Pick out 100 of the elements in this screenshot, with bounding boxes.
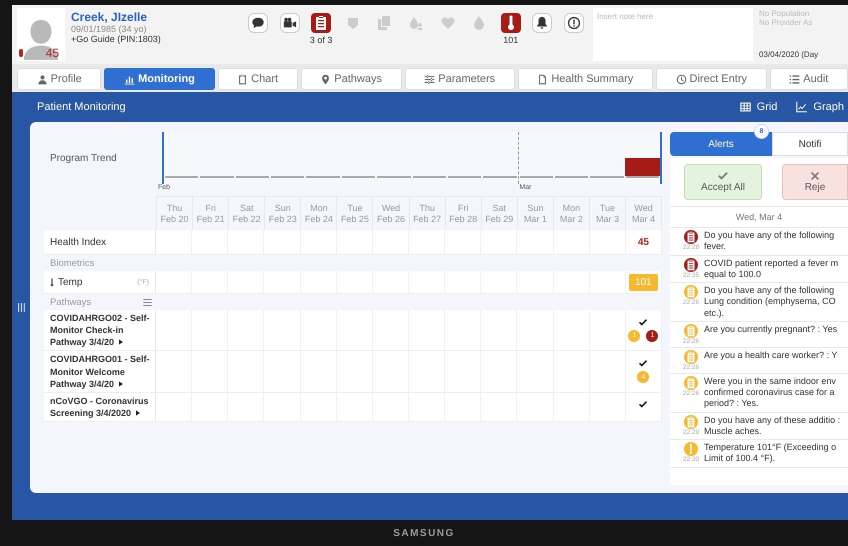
reject-button[interactable]: Reje: [782, 164, 848, 200]
date-header: Feb 23: [268, 214, 297, 224]
day-header: Sat: [492, 202, 506, 214]
thermometer-button[interactable]: [500, 13, 521, 33]
bell-icon: [535, 15, 550, 31]
date-header: Feb 29: [485, 214, 514, 224]
map-pin-icon: [320, 74, 332, 84]
video-button[interactable]: [280, 13, 300, 33]
date-header: Feb 25: [340, 214, 369, 224]
trend-baseline-segment: [554, 176, 588, 178]
nav-tab[interactable]: Pathways: [300, 68, 402, 90]
trend-baseline-segment: [271, 176, 304, 178]
day-header: Thu: [166, 202, 182, 214]
list-icon: [789, 74, 800, 84]
date-header: Mar 1: [524, 214, 547, 224]
nav-tab[interactable]: Profile: [17, 68, 102, 90]
accept-button[interactable]: Accept All: [684, 164, 762, 200]
nav-tab[interactable]: Chart: [218, 68, 298, 90]
row-label[interactable]: COVIDAHRGO01 - Self-Monitor Welcome Pathway 3/4/20: [50, 353, 153, 390]
person-icon: [36, 74, 48, 84]
date-header: Mar 4: [632, 214, 656, 224]
row-label[interactable]: COVIDAHRGO02 - Self-Monitor Check-in Pathway 3/4/20: [50, 312, 153, 348]
nav-tab[interactable]: Audit: [770, 68, 848, 90]
thermometer-icon: [50, 278, 54, 286]
trend-baseline-segment: [165, 176, 198, 178]
alert-text: Are you currently pregnant? : Yes: [704, 324, 838, 336]
note-field[interactable]: Insert note here: [593, 8, 753, 61]
day-header: Tue: [600, 202, 616, 214]
alert-button[interactable]: [564, 13, 584, 33]
date-header: Feb 22: [232, 214, 261, 224]
trend-baseline-segment: [412, 176, 446, 178]
person-silhouette-icon: [22, 17, 60, 61]
copy-icon: [376, 15, 392, 31]
nav-tab[interactable]: Health Summary: [518, 68, 653, 90]
alert-text: Are you a health care worker? : Y: [704, 350, 838, 362]
icon-caption: 3 of 3: [310, 35, 332, 45]
row-label[interactable]: nCoVGO - Coronavirus Screening 3/4/2020: [50, 394, 153, 420]
trend-baseline-segment: [377, 176, 411, 178]
trend-baseline-segment: [590, 176, 624, 178]
alert-text: COVID patient reported a fever m equal to 100.0: [704, 258, 840, 280]
clipboard-icon: [237, 74, 248, 84]
day-header: Mon: [310, 202, 328, 214]
close-icon: [810, 172, 820, 180]
day-header: Wed: [382, 202, 400, 214]
day-header: Mon: [562, 202, 580, 214]
value-badge: 101: [629, 274, 658, 290]
alert-icon: [566, 15, 581, 31]
sliders-icon: [424, 74, 436, 84]
alerts-tab[interactable]: Notifi: [772, 132, 848, 156]
alert-text: Do you have any of these additio : Muscle aches.: [704, 414, 842, 437]
alert-text: Were you in the same indoor env confirmed coronavirus case for a period? : Yes.: [704, 376, 837, 410]
alert-text: Do you have any of the following Lung condition (emphysema, CO etc.).: [704, 285, 837, 319]
day-header: Tue: [347, 202, 363, 214]
trend-baseline-segment: [200, 176, 234, 178]
document-icon: [537, 74, 548, 84]
brand-label: SAMSUNG: [393, 528, 455, 538]
value-text: 45: [638, 236, 649, 248]
group-label: Pathways: [50, 296, 92, 308]
date-header: Feb 26: [376, 214, 406, 224]
nav-tab[interactable]: Monitoring: [104, 68, 215, 90]
caret-icon: [119, 380, 124, 387]
clock-icon: [676, 74, 687, 84]
day-header: Fri: [458, 202, 468, 214]
nav-tab[interactable]: Parameters: [404, 68, 515, 90]
view-button[interactable]: Graph: [791, 99, 848, 115]
patient-name-link[interactable]: Creek, JIzelle: [71, 10, 239, 24]
chat-button[interactable]: [248, 13, 268, 33]
trend-baseline-segment: [520, 176, 553, 178]
clipboard-button[interactable]: [311, 13, 332, 33]
date-header: Feb 24: [304, 214, 333, 224]
patient-dob: 09/01/1985 (34 yo): [71, 24, 148, 34]
header-info-text: No Population: [759, 9, 810, 18]
caret-icon: [119, 339, 124, 346]
day-header: Sat: [240, 202, 254, 214]
alerts-date: Wed, Mar 4: [670, 207, 848, 228]
nav-tab[interactable]: Direct Entry: [656, 68, 767, 90]
alert-text: Do you have any of the following fever.: [704, 230, 836, 252]
status-marker: [19, 49, 23, 57]
alerts-tab[interactable]: Alerts: [670, 132, 772, 156]
trend-baseline-segment: [626, 176, 660, 178]
icon-caption: 101: [503, 35, 518, 45]
view-button[interactable]: Grid: [734, 99, 782, 115]
date-header: Mar 2: [560, 214, 583, 224]
day-header: Fri: [205, 202, 216, 214]
trend-baseline-segment: [306, 176, 340, 178]
section-title: Patient Monitoring: [37, 101, 126, 113]
trend-label: Program Trend: [49, 152, 118, 164]
header-info-text: 03/04/2020 (Day: [759, 50, 820, 61]
drop-icon: [408, 15, 424, 31]
day-header: Wed: [634, 202, 653, 214]
date-header: Feb 20: [160, 214, 189, 224]
menu-icon[interactable]: [143, 298, 152, 306]
date-header: Feb 27: [413, 214, 442, 224]
caret-icon: [136, 410, 140, 416]
row-label: Temp: [58, 276, 82, 288]
heart-icon: [440, 15, 456, 31]
group-label: Biometrics: [50, 258, 94, 268]
guide-label: +Go Guide (PIN:1803): [71, 34, 162, 44]
trend-baseline-segment: [342, 176, 376, 178]
bell-button[interactable]: [532, 13, 552, 33]
